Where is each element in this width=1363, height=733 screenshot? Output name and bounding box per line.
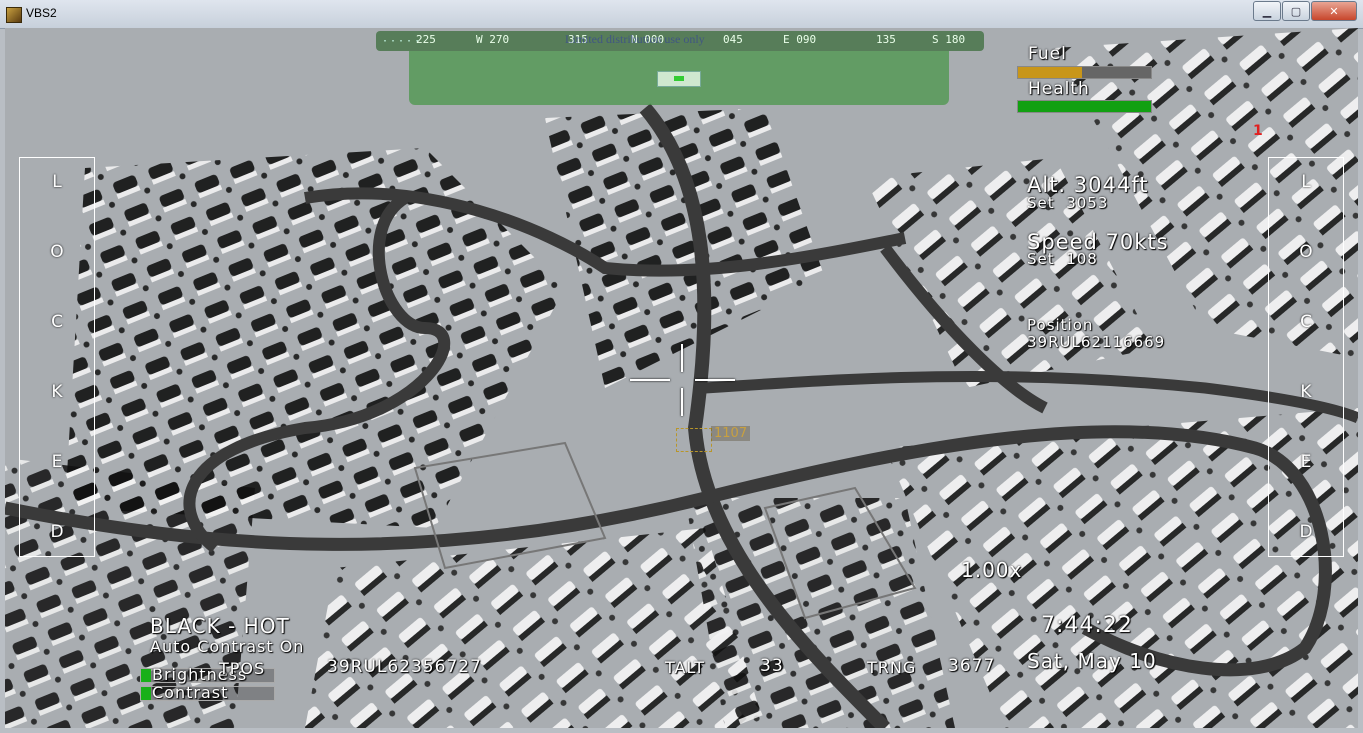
speed-set-readout: Set 108	[1027, 250, 1098, 268]
altitude-set-value: 3053	[1066, 194, 1109, 212]
compass-heading: 045	[723, 33, 743, 46]
locked-letter: L	[52, 172, 62, 192]
locked-letter: D	[1299, 522, 1313, 542]
sensor-viewport[interactable]: ····· 225 W 270 315 N 000 045 E 090 135 …	[5, 28, 1358, 728]
title-bar[interactable]: VBS2 ▁ ▢ ✕	[0, 0, 1363, 29]
tpos-label: TPOS	[219, 659, 266, 678]
speed-value: 70kts	[1105, 230, 1169, 254]
position-value: 39RUL62116669	[1027, 333, 1166, 351]
speed-set-value: 108	[1066, 250, 1098, 268]
window-title: VBS2	[26, 6, 57, 20]
minimap-panel[interactable]	[409, 51, 949, 105]
locked-letter: L	[1301, 172, 1311, 192]
talt-value: 33	[760, 656, 784, 676]
crosshair-top-arm	[681, 344, 683, 372]
contrast-slider-fill	[141, 687, 151, 700]
altitude-set-readout: Set 3053	[1027, 194, 1108, 212]
talt-label: TALT	[665, 658, 705, 677]
locked-letter: E	[1300, 452, 1312, 472]
close-icon: ✕	[1329, 4, 1339, 18]
speed-set-label: Set	[1027, 250, 1055, 268]
maximize-icon: ▢	[1290, 4, 1302, 18]
locked-letter: E	[51, 452, 63, 472]
sensor-mode: BLACK - HOT	[150, 614, 290, 638]
minimize-icon: ▁	[1262, 4, 1272, 18]
crosshair-bottom-arm	[681, 388, 683, 416]
maximize-button[interactable]: ▢	[1282, 1, 1310, 21]
position-label: Position	[1027, 316, 1094, 334]
app-icon	[6, 7, 22, 23]
contact-marker: 1	[1253, 123, 1263, 139]
overlay-caption: Limited distribution use only	[565, 32, 705, 46]
tpos-value: 39RUL62356727	[327, 657, 482, 677]
compass-heading: S 180	[932, 33, 966, 46]
brightness-slider-fill	[141, 669, 151, 682]
trng-label: TRNG	[867, 658, 917, 677]
altitude-set-label: Set	[1027, 194, 1055, 212]
fuel-bar	[1017, 66, 1152, 79]
health-bar-fill	[1018, 101, 1151, 112]
target-designator-box[interactable]	[676, 428, 712, 452]
health-label: Health	[1028, 79, 1090, 99]
locked-letter: O	[1299, 242, 1313, 262]
locked-letter: D	[50, 522, 64, 542]
locked-indicator-left: L O C K E D	[19, 157, 95, 557]
crosshair-right-arm	[695, 379, 735, 381]
trng-value: 3677	[948, 656, 996, 676]
health-bar	[1017, 100, 1152, 113]
clock-time: 7:44:22	[1041, 613, 1133, 638]
close-button[interactable]: ✕	[1311, 1, 1357, 21]
zoom-level: 1.00x	[961, 558, 1023, 582]
fuel-bar-fill	[1018, 67, 1082, 78]
minimize-button[interactable]: ▁	[1253, 1, 1281, 21]
crosshair-left-arm	[630, 379, 670, 381]
locked-indicator-right: L O C K E D	[1268, 157, 1344, 557]
compass-heading: 135	[876, 33, 896, 46]
contrast-mode: Auto Contrast On	[150, 637, 305, 656]
compass-heading: W 270	[476, 33, 510, 46]
locked-letter: K	[1300, 382, 1312, 402]
contrast-label: Contrast	[152, 683, 229, 702]
target-id-label: 1107	[711, 426, 751, 441]
fuel-label: Fuel	[1028, 44, 1067, 64]
compass-heading: 225	[416, 33, 436, 46]
minimap-position-marker	[657, 71, 701, 87]
compass-heading: E 090	[783, 33, 817, 46]
locked-letter: C	[1300, 312, 1312, 332]
locked-letter: C	[51, 312, 63, 332]
clock-date: Sat, May 10	[1027, 649, 1157, 673]
window-controls: ▁ ▢ ✕	[1252, 1, 1357, 21]
locked-letter: K	[51, 382, 63, 402]
locked-letter: O	[50, 242, 64, 262]
